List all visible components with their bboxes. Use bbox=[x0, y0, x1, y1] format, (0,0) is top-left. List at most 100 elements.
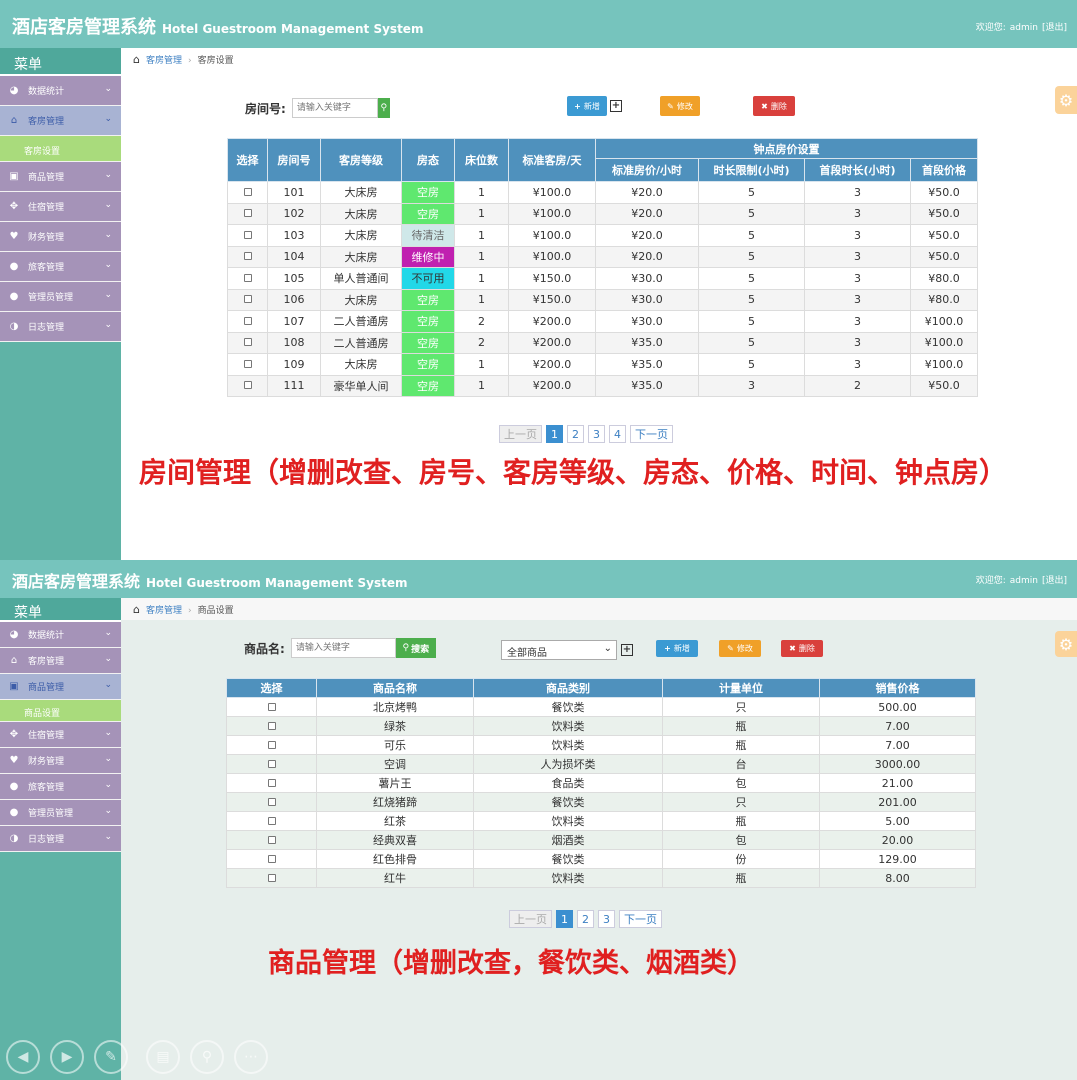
delete-button[interactable]: ✖ 删除 bbox=[753, 96, 795, 116]
sidebar-item-stats[interactable]: ◕ 数据统计 ⌄ bbox=[0, 622, 121, 648]
prev-page-button[interactable]: 上一页 bbox=[509, 910, 552, 928]
zoom-icon[interactable]: ⚲ bbox=[190, 1040, 224, 1074]
table-row[interactable]: 106 大床房 空房 1 ¥150.0 ¥30.0 5 3 ¥80.0 bbox=[227, 288, 978, 311]
edit-button[interactable]: ✎ 修改 bbox=[719, 640, 761, 657]
previous-icon[interactable]: ◀ bbox=[6, 1040, 40, 1074]
table-row[interactable]: 109 大床房 空房 1 ¥200.0 ¥35.0 5 3 ¥100.0 bbox=[227, 353, 978, 376]
home-icon[interactable]: ⌂ bbox=[133, 53, 140, 66]
next-page-button[interactable]: 下一页 bbox=[630, 425, 673, 443]
row-checkbox[interactable] bbox=[267, 778, 276, 787]
breadcrumb-link[interactable]: 客房管理 bbox=[146, 56, 182, 66]
table-row[interactable]: 可乐 饮料类瓶 7.00 bbox=[226, 735, 976, 755]
gear-icon[interactable]: ⚙ bbox=[1055, 631, 1077, 657]
gear-icon[interactable]: ⚙ bbox=[1055, 86, 1077, 114]
sidebar-item-goods[interactable]: ▣ 商品管理 ⌄ bbox=[0, 162, 121, 192]
page-button[interactable]: 2 bbox=[567, 425, 584, 443]
layout-icon[interactable]: ▤ bbox=[146, 1040, 180, 1074]
table-cell: 空调 bbox=[316, 754, 474, 774]
row-checkbox[interactable] bbox=[243, 230, 252, 239]
expand-icon[interactable]: + bbox=[621, 644, 633, 656]
logout-link[interactable]: [退出] bbox=[1042, 576, 1067, 586]
table-row[interactable]: 空调 人为损坏类台 3000.00 bbox=[226, 754, 976, 774]
row-checkbox[interactable] bbox=[243, 295, 252, 304]
sidebar-item-admins[interactable]: ● 管理员管理 ⌄ bbox=[0, 800, 121, 826]
table-cell: 5 bbox=[698, 353, 805, 376]
sidebar-item-rooms[interactable]: ⌂ 客房管理 ⌄ bbox=[0, 648, 121, 674]
table-row[interactable]: 103 大床房 待清洁 1 ¥100.0 ¥20.0 5 3 ¥50.0 bbox=[227, 224, 978, 247]
row-checkbox[interactable] bbox=[267, 816, 276, 825]
row-checkbox[interactable] bbox=[243, 338, 252, 347]
submenu-goods-settings[interactable]: 商品设置 bbox=[0, 700, 121, 722]
table-row[interactable]: 107 二人普通房 空房 2 ¥200.0 ¥30.0 5 3 ¥100.0 bbox=[227, 310, 978, 333]
add-button[interactable]: + 新增 bbox=[567, 96, 607, 116]
table-row[interactable]: 北京烤鸭 餐饮类只 500.00 bbox=[226, 697, 976, 717]
sidebar-item-logs[interactable]: ◑ 日志管理 ⌄ bbox=[0, 312, 121, 342]
search-button[interactable]: ⚲ 搜索 bbox=[395, 638, 436, 658]
row-checkbox[interactable] bbox=[243, 381, 252, 390]
row-checkbox[interactable] bbox=[267, 740, 276, 749]
table-cell: ¥50.0 bbox=[910, 181, 978, 204]
row-checkbox[interactable] bbox=[243, 252, 252, 261]
table-row[interactable]: 红茶 饮料类瓶 5.00 bbox=[226, 811, 976, 831]
page-button[interactable]: 2 bbox=[577, 910, 594, 928]
sidebar-item-admins[interactable]: ● 管理员管理 ⌄ bbox=[0, 282, 121, 312]
edit-button[interactable]: ✎ 修改 bbox=[660, 96, 700, 116]
search-input[interactable] bbox=[291, 98, 378, 118]
sidebar-item-guests[interactable]: ● 旅客管理 ⌄ bbox=[0, 252, 121, 282]
sidebar-item-logs[interactable]: ◑ 日志管理 ⌄ bbox=[0, 826, 121, 852]
home-icon[interactable]: ⌂ bbox=[133, 603, 140, 616]
delete-button[interactable]: ✖ 删除 bbox=[781, 640, 823, 657]
breadcrumb-link[interactable]: 客房管理 bbox=[146, 606, 182, 616]
sidebar-item-lodging[interactable]: ✥ 住宿管理 ⌄ bbox=[0, 722, 121, 748]
row-checkbox[interactable] bbox=[267, 721, 276, 730]
prev-page-button[interactable]: 上一页 bbox=[499, 425, 542, 443]
row-checkbox[interactable] bbox=[243, 273, 252, 282]
row-checkbox[interactable] bbox=[267, 835, 276, 844]
category-select[interactable]: 全部商品 ⌄ bbox=[501, 640, 617, 660]
table-row[interactable]: 111 豪华单人间 空房 1 ¥200.0 ¥35.0 3 2 ¥50.0 bbox=[227, 374, 978, 397]
row-checkbox[interactable] bbox=[243, 359, 252, 368]
more-icon[interactable]: ⋯ bbox=[234, 1040, 268, 1074]
row-checkbox[interactable] bbox=[267, 854, 276, 863]
table-row[interactable]: 绿茶 饮料类瓶 7.00 bbox=[226, 716, 976, 736]
table-row[interactable]: 红牛 饮料类瓶 8.00 bbox=[226, 868, 976, 888]
row-checkbox[interactable] bbox=[243, 316, 252, 325]
search-input[interactable] bbox=[290, 638, 396, 658]
row-checkbox[interactable] bbox=[243, 209, 252, 218]
sidebar-item-rooms[interactable]: ⌂ 客房管理 ⌄ bbox=[0, 106, 121, 136]
table-row[interactable]: 红色排骨 餐饮类份 129.00 bbox=[226, 849, 976, 869]
row-checkbox[interactable] bbox=[267, 702, 276, 711]
table-row[interactable]: 101 大床房 空房 1 ¥100.0 ¥20.0 5 3 ¥50.0 bbox=[227, 181, 978, 204]
sidebar-item-stats[interactable]: ◕ 数据统计 ⌄ bbox=[0, 76, 121, 106]
next-icon[interactable]: ▶ bbox=[50, 1040, 84, 1074]
table-row[interactable]: 105 单人普通间 不可用 1 ¥150.0 ¥30.0 5 3 ¥80.0 bbox=[227, 267, 978, 290]
sidebar-item-guests[interactable]: ● 旅客管理 ⌄ bbox=[0, 774, 121, 800]
table-row[interactable]: 红烧猪蹄 餐饮类只 201.00 bbox=[226, 792, 976, 812]
page-button[interactable]: 4 bbox=[609, 425, 626, 443]
sidebar-item-finance[interactable]: ♥ 财务管理 ⌄ bbox=[0, 748, 121, 774]
row-checkbox[interactable] bbox=[267, 873, 276, 882]
row-checkbox[interactable] bbox=[267, 759, 276, 768]
expand-icon[interactable]: + bbox=[610, 100, 622, 112]
table-row[interactable]: 薯片王 食品类包 21.00 bbox=[226, 773, 976, 793]
sidebar-item-goods[interactable]: ▣ 商品管理 ⌄ bbox=[0, 674, 121, 700]
table-row[interactable]: 经典双喜 烟酒类包 20.00 bbox=[226, 830, 976, 850]
sidebar-item-lodging[interactable]: ✥ 住宿管理 ⌄ bbox=[0, 192, 121, 222]
table-cell: 20.00 bbox=[819, 830, 976, 850]
page-button[interactable]: 3 bbox=[598, 910, 615, 928]
table-row[interactable]: 102 大床房 空房 1 ¥100.0 ¥20.0 5 3 ¥50.0 bbox=[227, 202, 978, 225]
row-checkbox[interactable] bbox=[267, 797, 276, 806]
breadcrumb-current: 客房设置 bbox=[197, 56, 234, 66]
page-button[interactable]: 1 bbox=[546, 425, 563, 443]
search-button[interactable]: ⚲ bbox=[377, 98, 390, 118]
add-button[interactable]: + 新增 bbox=[656, 640, 698, 657]
table-row[interactable]: 108 二人普通房 空房 2 ¥200.0 ¥35.0 5 3 ¥100.0 bbox=[227, 331, 978, 354]
page-button[interactable]: 3 bbox=[588, 425, 605, 443]
next-page-button[interactable]: 下一页 bbox=[619, 910, 662, 928]
row-checkbox[interactable] bbox=[243, 187, 252, 196]
table-row[interactable]: 104 大床房 维修中 1 ¥100.0 ¥20.0 5 3 ¥50.0 bbox=[227, 245, 978, 268]
sidebar-item-finance[interactable]: ♥ 财务管理 ⌄ bbox=[0, 222, 121, 252]
submenu-room-settings[interactable]: 客房设置 bbox=[0, 136, 121, 162]
logout-link[interactable]: [退出] bbox=[1042, 23, 1067, 33]
page-button[interactable]: 1 bbox=[556, 910, 573, 928]
